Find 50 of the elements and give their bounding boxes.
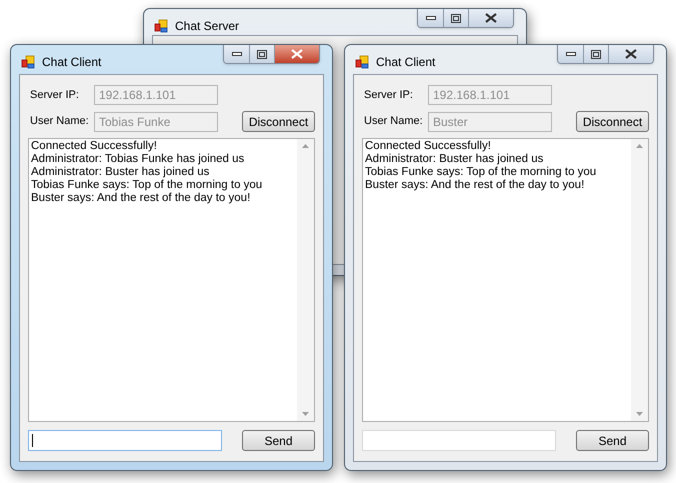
- close-icon: [291, 49, 303, 59]
- minimize-icon: [566, 52, 576, 56]
- close-icon: [625, 49, 637, 59]
- chat-message: Tobias Funke says: Top of the morning to you: [365, 166, 598, 179]
- window-title: Chat Client: [42, 54, 102, 71]
- send-button[interactable]: Send: [576, 430, 649, 451]
- maximize-button[interactable]: [250, 45, 275, 63]
- chat-message: Administrator: Buster has joined us: [365, 153, 544, 166]
- minimize-button[interactable]: [418, 9, 444, 27]
- maximize-icon: [451, 14, 461, 22]
- app-icon: [154, 19, 168, 33]
- scroll-up-icon: [636, 144, 643, 148]
- minimize-button[interactable]: [558, 45, 584, 63]
- scroll-down-icon: [302, 412, 309, 416]
- maximize-icon: [591, 50, 601, 58]
- chat-message: Buster says: And the rest of the day to you!: [365, 179, 586, 192]
- server-ip-label: Server IP:: [29, 88, 80, 103]
- app-icon: [355, 55, 369, 69]
- maximize-button[interactable]: [444, 9, 469, 27]
- chat-message: Administrator: Tobias Funke has joined us: [31, 153, 246, 166]
- message-input[interactable]: [28, 430, 222, 451]
- maximize-button[interactable]: [584, 45, 609, 63]
- chat-message: Connected Successfully!: [31, 140, 158, 153]
- server-ip-label: Server IP:: [363, 88, 414, 103]
- window-title: Chat Client: [376, 54, 436, 71]
- chat-message: Tobias Funke says: Top of the morning to you: [31, 179, 264, 192]
- chat-message: Administrator: Buster has joined us: [31, 166, 210, 179]
- minimize-icon: [232, 52, 242, 56]
- scroll-up-icon: [302, 144, 309, 148]
- text-caret: [32, 434, 33, 447]
- chat-message: Connected Successfully!: [365, 140, 492, 153]
- window-title: Chat Server: [175, 18, 240, 35]
- close-button[interactable]: [275, 45, 319, 63]
- chat-message: Buster says: And the rest of the day to you!: [31, 192, 252, 205]
- scrollbar[interactable]: [631, 139, 648, 421]
- user-name-label: User Name:: [363, 114, 424, 130]
- app-icon: [21, 55, 35, 69]
- close-icon: [485, 13, 497, 23]
- close-button[interactable]: [609, 45, 653, 63]
- send-button[interactable]: Send: [242, 430, 315, 451]
- minimize-icon: [426, 16, 436, 20]
- scroll-down-icon: [636, 412, 643, 416]
- message-input[interactable]: [362, 430, 556, 451]
- disconnect-button[interactable]: Disconnect: [242, 111, 315, 132]
- user-name-label: User Name:: [29, 114, 90, 130]
- scrollbar[interactable]: [297, 139, 314, 421]
- disconnect-button[interactable]: Disconnect: [576, 111, 649, 132]
- close-button[interactable]: [469, 9, 513, 27]
- minimize-button[interactable]: [224, 45, 250, 63]
- maximize-icon: [257, 50, 267, 58]
